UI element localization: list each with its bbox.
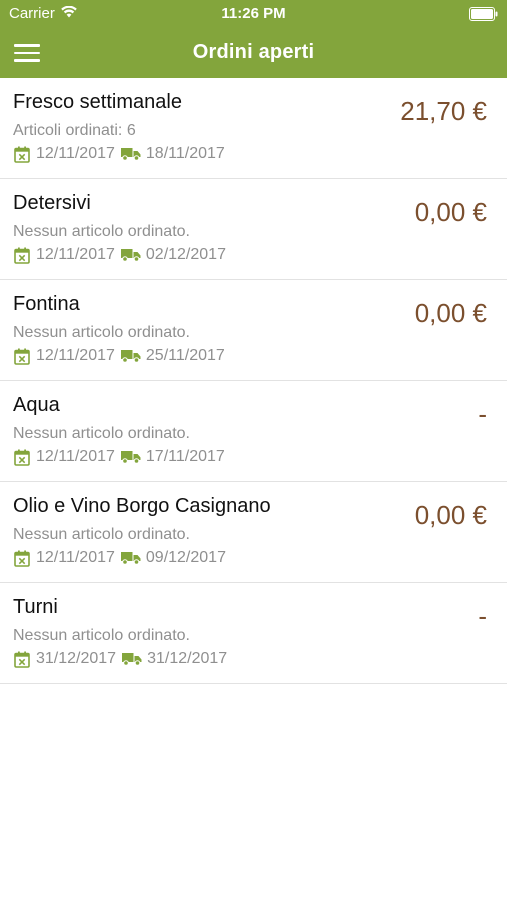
truck-icon (120, 246, 141, 264)
page-title: Ordini aperti (192, 41, 315, 63)
battery-icon (469, 7, 499, 21)
truck-icon (122, 650, 142, 668)
order-list: Fresco settimanale Articoli ordinati: 6 12… (0, 78, 507, 684)
order-row[interactable]: Fontina Nessun articolo ordinato. 12/11/20… (0, 280, 507, 381)
order-row[interactable]: Aqua Nessun articolo ordinato. 12/11/2017 1… (0, 381, 507, 482)
order-items-summary: Nessun articolo ordinato. (13, 425, 190, 442)
order-date: 12/11/2017 (36, 347, 115, 364)
order-date: 12/11/2017 (36, 246, 115, 263)
order-dates: 12/11/2017 25/11/2017 (13, 347, 225, 365)
calendar-icon (13, 145, 31, 163)
order-dates: 31/12/2017 31/12/2017 (13, 650, 227, 668)
delivery-date: 17/11/2017 (145, 448, 225, 465)
order-dates: 12/11/2017 09/12/2017 (13, 549, 226, 567)
order-price: - (478, 601, 487, 631)
calendar-icon (13, 347, 31, 365)
order-price: - (478, 399, 487, 429)
order-items-summary: Articoli ordinati: 6 (13, 122, 136, 139)
order-items-summary: Nessun articolo ordinato. (13, 627, 190, 644)
delivery-date: 18/11/2017 (145, 145, 225, 162)
order-dates: 12/11/2017 18/11/2017 (13, 145, 225, 163)
calendar-icon (13, 246, 31, 264)
order-items-summary: Nessun articolo ordinato. (13, 526, 190, 543)
status-bar: Carrier 11:26 PM (0, 0, 507, 28)
order-price: 0,00 € (414, 500, 487, 530)
order-dates: 12/11/2017 02/12/2017 (13, 246, 226, 264)
delivery-date: 02/12/2017 (145, 246, 226, 263)
truck-icon (120, 347, 141, 365)
calendar-icon (13, 650, 31, 668)
order-date: 12/11/2017 (36, 549, 115, 566)
order-price: 0,00 € (414, 197, 487, 227)
order-price: 0,00 € (414, 298, 487, 328)
calendar-icon (13, 448, 31, 466)
order-date: 12/11/2017 (36, 145, 115, 162)
order-title: Turni (13, 596, 58, 618)
order-title: Aqua (13, 394, 60, 416)
order-title: Detersivi (13, 192, 91, 214)
order-title: Olio e Vino Borgo Casignano (13, 495, 271, 517)
order-title: Fresco settimanale (13, 91, 182, 113)
calendar-icon (13, 549, 31, 567)
delivery-date: 31/12/2017 (147, 650, 228, 667)
truck-icon (120, 549, 141, 567)
delivery-date: 25/11/2017 (145, 347, 225, 364)
order-row[interactable]: Fresco settimanale Articoli ordinati: 6 12… (0, 78, 507, 179)
nav-bar: Ordini aperti (0, 28, 507, 78)
truck-icon (120, 448, 141, 466)
order-items-summary: Nessun articolo ordinato. (13, 324, 190, 341)
order-title: Fontina (13, 293, 80, 315)
order-row[interactable]: Detersivi Nessun articolo ordinato. 12/11/… (0, 179, 507, 280)
order-row[interactable]: Turni Nessun articolo ordinato. 31/12/2017… (0, 583, 507, 684)
order-items-summary: Nessun articolo ordinato. (13, 223, 190, 240)
order-row[interactable]: Olio e Vino Borgo Casignano Nessun artico… (0, 482, 507, 583)
status-time: 11:26 PM (221, 5, 286, 22)
order-dates: 12/11/2017 17/11/2017 (13, 448, 225, 466)
delivery-date: 09/12/2017 (145, 549, 226, 566)
order-date: 31/12/2017 (36, 650, 117, 667)
order-price: 21,70 € (400, 96, 487, 126)
truck-icon (120, 145, 141, 163)
order-date: 12/11/2017 (36, 448, 115, 465)
